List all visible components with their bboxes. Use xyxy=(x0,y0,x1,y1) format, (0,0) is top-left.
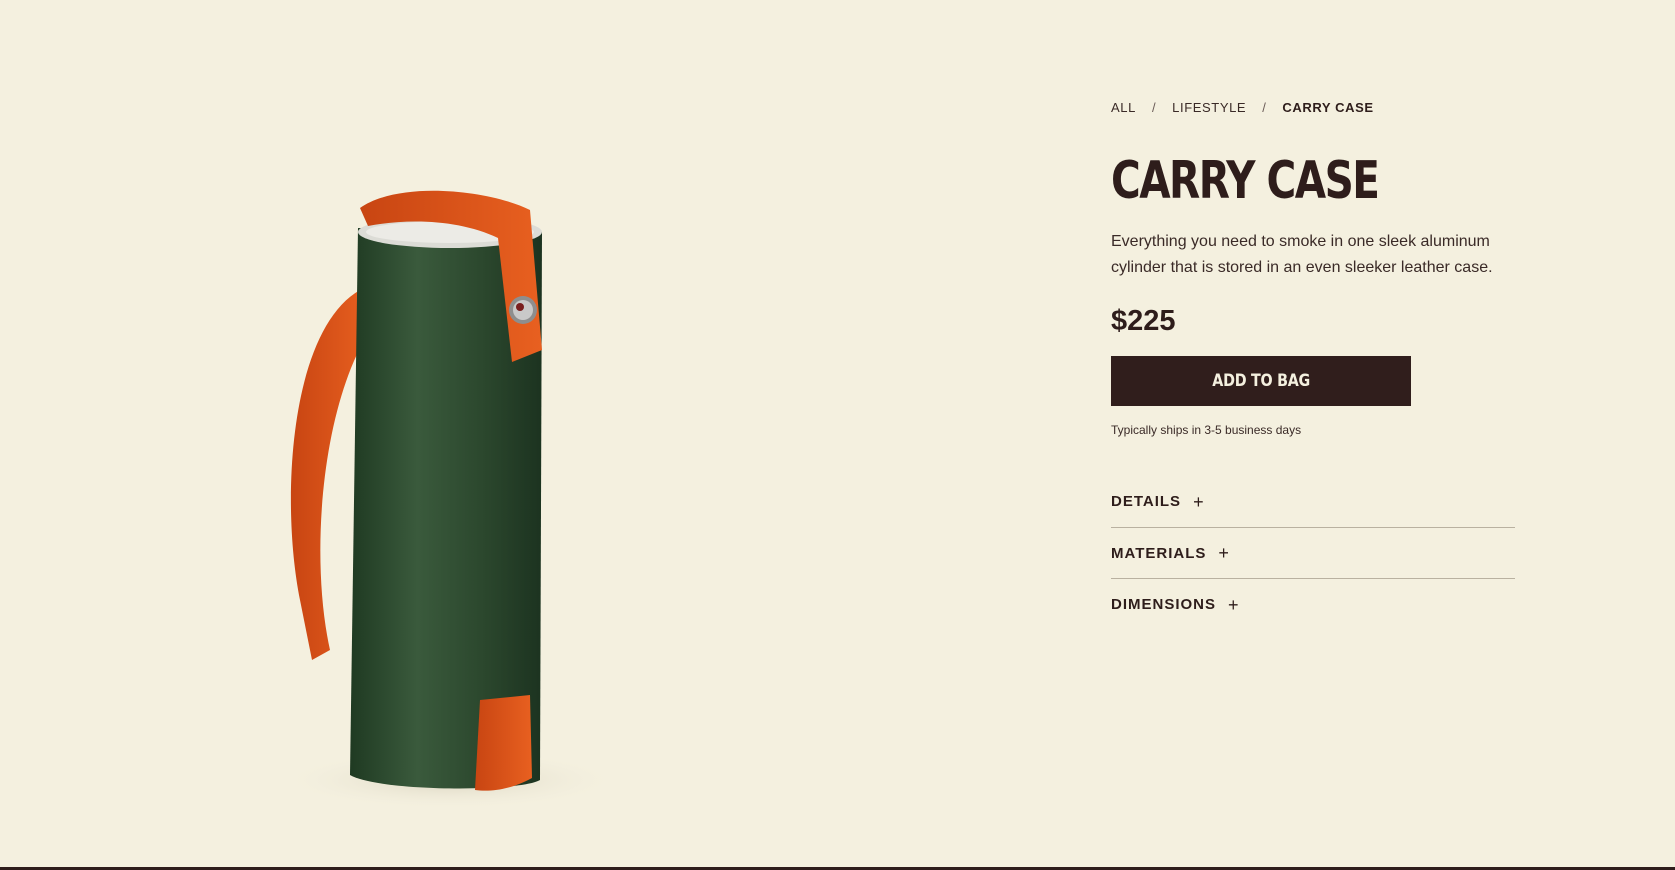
breadcrumb-all[interactable]: ALL xyxy=(1111,100,1136,115)
plus-icon: + xyxy=(1228,594,1240,615)
product-image xyxy=(250,180,670,820)
add-to-bag-button[interactable]: ADD TO BAG xyxy=(1111,356,1411,406)
product-price: $225 xyxy=(1111,305,1176,337)
product-title: CARRY CASE xyxy=(1111,151,1380,211)
breadcrumb-lifestyle[interactable]: LIFESTYLE xyxy=(1172,100,1246,115)
accordion-details[interactable]: DETAILS + xyxy=(1111,488,1515,528)
product-description: Everything you need to smoke in one slee… xyxy=(1111,233,1493,276)
accordion-materials[interactable]: MATERIALS + xyxy=(1111,528,1515,579)
product-page: ALL / LIFESTYLE / CARRY CASE CARRY CASE … xyxy=(0,0,1675,870)
plus-icon: + xyxy=(1218,543,1230,563)
product-accordion: DETAILS + MATERIALS + DIMENSIONS + xyxy=(1111,488,1515,630)
breadcrumb: ALL / LIFESTYLE / CARRY CASE xyxy=(1111,100,1515,115)
breadcrumb-separator: / xyxy=(1151,100,1157,115)
accordion-materials-label: MATERIALS xyxy=(1111,544,1207,562)
accordion-dimensions[interactable]: DIMENSIONS + xyxy=(1111,579,1515,630)
accordion-details-label: DETAILS xyxy=(1111,493,1182,510)
breadcrumb-separator: / xyxy=(1262,100,1267,115)
add-to-bag-label: ADD TO BAG xyxy=(1212,371,1310,391)
breadcrumb-current: CARRY CASE xyxy=(1282,100,1374,115)
accordion-dimensions-label: DIMENSIONS xyxy=(1111,596,1217,613)
shipping-note: Typically ships in 3-5 business days xyxy=(1111,423,1302,437)
carry-case-illustration xyxy=(280,190,620,810)
product-info: ALL / LIFESTYLE / CARRY CASE CARRY CASE … xyxy=(1111,100,1515,630)
plus-icon: + xyxy=(1193,492,1205,512)
